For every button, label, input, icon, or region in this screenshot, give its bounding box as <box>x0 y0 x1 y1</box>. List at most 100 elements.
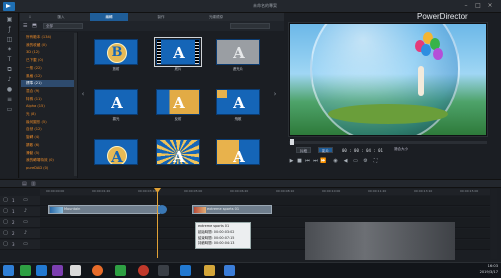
library-next-arrow-icon[interactable]: › <box>271 84 279 104</box>
category-item[interactable]: Alpha (15) <box>21 103 76 109</box>
transition-thumb[interactable]: A 擴光 <box>94 89 138 122</box>
category-item[interactable]: 我的轉場特效 (0) <box>21 157 76 163</box>
transition-thumb[interactable]: A <box>94 139 138 172</box>
transition-thumb[interactable]: A 底片 <box>154 37 202 72</box>
chapter-room-icon[interactable]: ≡ <box>5 96 14 104</box>
stop-icon[interactable]: ■ <box>296 157 303 165</box>
audio-mix-icon[interactable]: ♪ <box>5 76 14 84</box>
category-item[interactable]: 一般 (22) <box>21 65 76 71</box>
category-item[interactable]: 標準 (21) <box>21 80 76 87</box>
play-icon[interactable]: ▶ <box>288 157 295 165</box>
scrub-handle[interactable] <box>290 139 294 145</box>
lock-icon[interactable]: ▢ <box>2 230 9 237</box>
minimize-icon[interactable]: – <box>462 2 470 10</box>
tab-produce[interactable]: 製作 <box>142 13 180 21</box>
fast-forward-icon[interactable]: ⏩ <box>320 157 327 165</box>
library-search-input[interactable] <box>230 23 270 29</box>
category-item[interactable]: 特殊 (11) <box>21 96 76 102</box>
snapshot-icon[interactable]: ◉ <box>332 157 339 165</box>
settings-icon[interactable]: ⚙ <box>362 157 369 165</box>
library-prev-arrow-icon[interactable]: ‹ <box>79 84 87 104</box>
fx-room-icon[interactable]: ƒ <box>5 26 14 34</box>
category-item[interactable]: 滑動 (5) <box>21 150 76 156</box>
voice-over-icon[interactable]: ● <box>5 86 14 94</box>
transition-thumb[interactable]: A 反射 <box>156 89 200 122</box>
category-item[interactable]: 自然 (12) <box>21 126 76 132</box>
timeline-view-icon[interactable]: ▥ <box>31 181 39 187</box>
particle-room-icon[interactable]: ✶ <box>5 46 14 54</box>
taskbar-app-icon[interactable] <box>204 265 215 276</box>
taskbar-app-icon[interactable] <box>20 265 31 276</box>
taskbar-app-icon[interactable] <box>138 265 149 276</box>
taskbar-app-icon[interactable] <box>224 265 235 276</box>
category-item[interactable]: 3D (12) <box>21 49 76 55</box>
blurred-overlay <box>305 222 455 260</box>
playback-controls: ▶ ■ ⏮ ⏭ ⏩ ◉ ◀ ▭ ⚙ ⛶ <box>288 157 488 167</box>
transition-thumb[interactable]: A <box>156 139 200 172</box>
category-item[interactable]: 幾何圖形 (5) <box>21 119 76 125</box>
category-item[interactable]: 擴散 (6) <box>21 142 76 148</box>
movie-mode-button[interactable]: 影片 <box>318 147 333 153</box>
powerdirector-window: 未命名的專案 – □ × PowerDirector ▣ ƒ ◫ ✶ T ⧉ ♪… <box>0 0 501 278</box>
category-item[interactable]: 旋轉 (4) <box>21 134 76 140</box>
category-filter-select[interactable]: 全部 <box>43 23 83 29</box>
taskbar-app-icon[interactable] <box>36 265 47 276</box>
transition-thumb[interactable]: A 遮光片 <box>216 39 260 72</box>
category-item[interactable]: 已下載 (0) <box>21 57 76 63</box>
zoom-select[interactable]: 適合大小 <box>394 147 408 152</box>
start-icon[interactable] <box>3 265 14 276</box>
lock-icon[interactable]: ▢ <box>2 219 9 226</box>
windows-taskbar <box>0 262 501 278</box>
maximize-icon[interactable]: □ <box>474 2 482 10</box>
lock-icon[interactable]: ▢ <box>2 197 9 204</box>
category-scrollbar[interactable] <box>74 33 77 176</box>
timeline-scrollbar[interactable] <box>491 189 497 259</box>
category-item[interactable]: 所有範本 (134) <box>21 34 76 40</box>
taskbar-app-icon[interactable] <box>70 265 81 276</box>
tab-edit[interactable]: 編輯 <box>90 13 128 21</box>
clip-thumbnail <box>50 207 63 213</box>
preview-scrub-bar[interactable] <box>289 141 487 144</box>
subtitle-room-icon[interactable]: ▭ <box>5 106 14 114</box>
lock-icon[interactable]: ▢ <box>2 208 9 215</box>
volume-icon[interactable]: ◀ <box>342 157 349 165</box>
storyboard-view-icon[interactable]: ▤ <box>22 181 30 187</box>
import-media-icon[interactable]: ⬒ <box>32 23 39 29</box>
category-item[interactable]: 光 (8) <box>21 111 76 117</box>
ruler-tick-label: 00:00:10:00 <box>322 189 341 193</box>
transition-marker-icon[interactable] <box>157 205 167 214</box>
powerdirector-taskbar-icon[interactable] <box>158 265 169 276</box>
transition-thumb[interactable]: A 飛散 <box>216 89 260 122</box>
browser-icon[interactable] <box>92 265 103 276</box>
category-item[interactable]: pureDAD (0) <box>21 165 76 171</box>
tab-import-icon[interactable]: ⇩ <box>20 13 40 21</box>
taskbar-app-icon[interactable] <box>52 265 63 276</box>
pip-room-icon[interactable]: ◫ <box>5 36 14 44</box>
media-room-icon[interactable]: ▣ <box>5 16 14 24</box>
transition-thumb[interactable]: A <box>216 139 260 172</box>
lock-icon[interactable]: ▢ <box>2 241 9 248</box>
video-clip[interactable]: extreme sports 01 <box>192 205 272 214</box>
transition-room-icon[interactable]: ⧉ <box>5 66 14 74</box>
3d-icon[interactable]: ▭ <box>352 157 359 165</box>
category-item[interactable]: 風格 (12) <box>21 73 76 79</box>
taskbar-app-icon[interactable] <box>180 265 191 276</box>
close-icon[interactable]: × <box>486 2 494 10</box>
transition-thumb[interactable]: B 放射 <box>94 39 138 72</box>
previous-frame-icon[interactable]: ⏮ <box>304 157 311 165</box>
video-clip[interactable]: Mountain <box>48 205 160 214</box>
timeline-playhead[interactable] <box>157 188 158 258</box>
tab-capture[interactable]: 匯入 <box>42 13 80 21</box>
library-menu-icon[interactable]: ☰ <box>23 23 30 29</box>
timecode-display: 00 : 00 : 04 : 01 <box>342 148 383 153</box>
clip-mode-button[interactable]: 片段 <box>296 147 311 153</box>
next-frame-icon[interactable]: ⏭ <box>312 157 319 165</box>
transition-grid: B 放射 A 底片 A 遮光片 A 擴光 A 反射 A 飛散 A A A <box>88 34 270 174</box>
category-item[interactable]: 混合 (9) <box>21 88 76 94</box>
timeline-ruler: 00:00:00:00 00:00:01:20 00:00:03:10 00:00:0… <box>40 189 490 195</box>
fullscreen-icon[interactable]: ⛶ <box>372 157 379 165</box>
title-room-icon[interactable]: T <box>5 56 14 64</box>
tab-disc[interactable]: 光碟燒錄 <box>192 13 240 21</box>
taskbar-app-icon[interactable] <box>115 265 126 276</box>
category-item[interactable]: 我的收藏 (0) <box>21 42 76 48</box>
